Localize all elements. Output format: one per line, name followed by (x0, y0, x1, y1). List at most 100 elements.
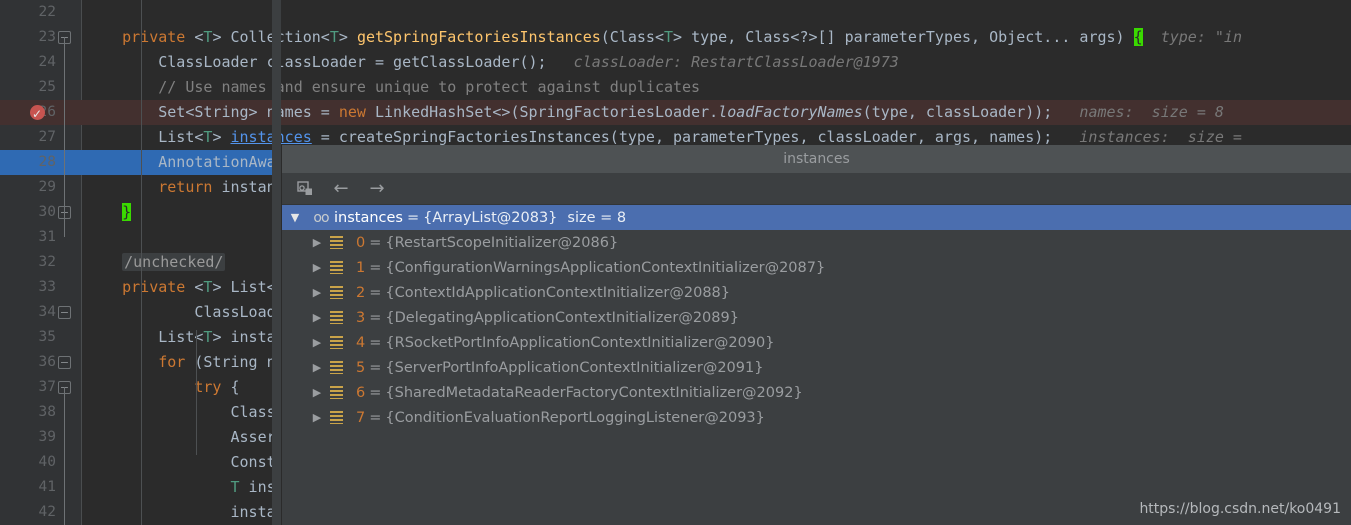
expander-icon[interactable]: ▶ (304, 286, 330, 299)
tree-row-item[interactable]: ▶ 3 = {DelegatingApplicationContextInitiali… (282, 305, 1351, 330)
list-element-icon (330, 236, 350, 249)
screen-root: 2223− private <T> Collection<T> getSprin… (0, 0, 1351, 525)
expander-icon[interactable]: ▶ (304, 236, 330, 249)
array-index: 6 (356, 384, 366, 401)
editor-vertical-scrollbar[interactable] (272, 0, 281, 525)
expander-icon[interactable]: ▶ (304, 311, 330, 324)
code-text: // Use names and ensure unique to protec… (86, 78, 701, 96)
equals-sign: = (369, 309, 382, 326)
element-value: {ServerPortInfoApplicationContextInitial… (385, 359, 764, 376)
line-number: 42 (38, 504, 56, 520)
popup-toolbar[interactable]: ← → (282, 173, 1351, 205)
popup-title: instances (282, 145, 1351, 173)
element-value: {DelegatingApplicationContextInitializer… (385, 309, 739, 326)
line-number: 33 (38, 279, 56, 295)
equals-sign: = (369, 384, 382, 401)
equals-sign: = (369, 234, 382, 251)
list-element-icon (330, 411, 350, 424)
line-number: 38 (38, 404, 56, 420)
tree-row-item[interactable]: ▶ 2 = {ContextIdApplicationContextInitializ… (282, 280, 1351, 305)
debug-value-popup[interactable]: instances ← → ▼ oo instances = {ArrayList@20… (281, 145, 1351, 525)
line-number: 28 (38, 154, 56, 170)
fold-toggle-icon[interactable]: − (58, 356, 71, 369)
variable-size: size = 8 (567, 209, 627, 226)
equals-sign: = (369, 359, 382, 376)
line-number: 36 (38, 354, 56, 370)
line-number: 31 (38, 229, 56, 245)
array-index: 1 (356, 259, 366, 276)
element-value: {RSocketPortInfoApplicationContextInitia… (385, 334, 775, 351)
code-text: private <T> Collection<T> getSpringFacto… (122, 28, 1242, 46)
list-element-icon (330, 286, 350, 299)
equals-sign: = (369, 409, 382, 426)
tree-row-item[interactable]: ▶ 5 = {ServerPortInfoApplicationContextInit… (282, 355, 1351, 380)
line-number: 24 (38, 54, 56, 70)
array-index: 5 (356, 359, 366, 376)
code-text: } (122, 203, 132, 221)
tree-row-item[interactable]: ▶ 0 = {RestartScopeInitializer@2086} (282, 230, 1351, 255)
code-text: ClassLoad (86, 303, 276, 321)
expander-icon[interactable]: ▼ (282, 211, 308, 224)
line-number: 30 (38, 204, 56, 220)
element-value: {ContextIdApplicationContextInitializer@… (385, 284, 730, 301)
line-number: 35 (38, 329, 56, 345)
code-line[interactable]: 24 ClassLoader classLoader = getClassLoa… (0, 50, 1351, 75)
tree-row-item[interactable]: ▶ 1 = {ConfigurationWarningsApplicationCont… (282, 255, 1351, 280)
line-number: 40 (38, 454, 56, 470)
array-index: 2 (356, 284, 366, 301)
breakpoint-icon[interactable] (30, 102, 45, 127)
fold-region-line (64, 37, 65, 237)
line-number: 32 (38, 254, 56, 270)
code-text: ClassLoader classLoader = getClassLoader… (86, 53, 899, 71)
fold-toggle-icon[interactable]: − (58, 306, 71, 319)
line-number: 23 (38, 29, 56, 45)
list-element-icon (330, 336, 350, 349)
expander-icon[interactable]: ▶ (304, 336, 330, 349)
tree-row-item[interactable]: ▶ 7 = {ConditionEvaluationReportLoggingList… (282, 405, 1351, 430)
expander-icon[interactable]: ▶ (304, 386, 330, 399)
list-element-icon (330, 386, 350, 399)
code-text: Asser (86, 428, 276, 446)
code-text: Class (86, 403, 276, 421)
tree-row-item[interactable]: ▶ 4 = {RSocketPortInfoApplicationContextIni… (282, 330, 1351, 355)
variable-tree[interactable]: ▼ oo instances = {ArrayList@2083} size = 8 ▶ 0 =… (282, 205, 1351, 430)
code-line[interactable]: 23− private <T> Collection<T> getSpringF… (0, 25, 1351, 50)
code-text: Const (86, 453, 276, 471)
equals-sign: = (406, 209, 420, 226)
code-line[interactable]: 25 // Use names and ensure unique to pro… (0, 75, 1351, 100)
fold-region-line (64, 412, 65, 525)
code-text: for (String n (158, 353, 276, 371)
expander-icon[interactable]: ▶ (304, 261, 330, 274)
array-index: 7 (356, 409, 366, 426)
code-text: List<T> insta (86, 328, 276, 346)
code-line[interactable]: 22 (0, 0, 1351, 25)
code-text: Set<String> names = new LinkedHashSet<>(… (86, 103, 1224, 121)
code-text: T ins (230, 478, 276, 496)
line-number: 22 (38, 4, 56, 20)
forward-arrow-icon[interactable]: → (366, 178, 388, 200)
code-text: AnnotationAwa (86, 153, 276, 171)
code-line[interactable]: 26 Set<String> names = new LinkedHashSet… (0, 100, 1351, 127)
inspect-object-icon[interactable] (294, 178, 316, 200)
equals-sign: = (369, 259, 382, 276)
tree-row-item[interactable]: ▶ 6 = {SharedMetadataReaderFactoryContextIn… (282, 380, 1351, 405)
code-text: insta (86, 503, 276, 521)
list-element-icon (330, 311, 350, 324)
code-text: try { (194, 378, 240, 396)
variable-value: {ArrayList@2083} (423, 209, 558, 226)
line-number: 26 (38, 104, 56, 120)
element-value: {RestartScopeInitializer@2086} (385, 234, 619, 251)
array-index: 0 (356, 234, 366, 251)
line-number: 29 (38, 179, 56, 195)
code-text: return instan (158, 178, 276, 196)
watch-glasses-icon: oo (313, 209, 329, 226)
expander-icon[interactable]: ▶ (304, 411, 330, 424)
equals-sign: = (369, 334, 382, 351)
element-value: {ConfigurationWarningsApplicationContext… (385, 259, 826, 276)
tree-row-root[interactable]: ▼ oo instances = {ArrayList@2083} size = 8 (282, 205, 1351, 230)
variable-name: instances (334, 209, 403, 226)
expander-icon[interactable]: ▶ (304, 361, 330, 374)
back-arrow-icon[interactable]: ← (330, 178, 352, 200)
line-number: 37 (38, 379, 56, 395)
line-number: 39 (38, 429, 56, 445)
